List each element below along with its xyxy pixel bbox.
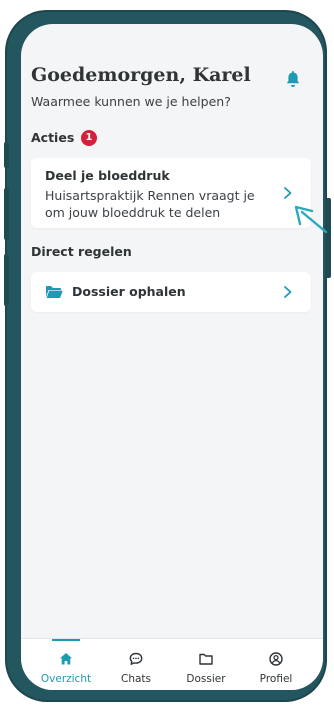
tab-label: Overzicht: [40, 673, 92, 685]
folder-open-icon: [46, 286, 63, 298]
action-card-description: Huisartspraktijk Rennen vraagt je om jou…: [45, 188, 255, 220]
chevron-right-icon: [284, 286, 292, 298]
dossier-ophalen-label: Dossier ophalen: [72, 284, 186, 299]
folder-icon: [199, 653, 213, 665]
bell-icon[interactable]: [281, 68, 305, 92]
tab-dossier[interactable]: Dossier: [176, 639, 236, 690]
app-screen: Goedemorgen, Karel Waarmee kunnen we je …: [21, 24, 323, 690]
phone-side-button: [4, 142, 9, 168]
notification-badge: 1: [81, 130, 97, 146]
action-card-title: Deel je bloeddruk: [45, 168, 170, 183]
tab-label: Chats: [120, 673, 151, 685]
pointer-arrow-icon: [294, 205, 328, 234]
section-title-acties: Acties: [31, 130, 75, 145]
bottom-tab-bar: Overzicht Chats Dossier Profiel: [21, 638, 323, 690]
tab-profiel[interactable]: Profiel: [246, 639, 306, 690]
greeting-title: Goedemorgen, Karel: [31, 64, 251, 86]
active-tab-indicator: [52, 639, 80, 641]
section-title-direct-regelen: Direct regelen: [31, 244, 132, 259]
phone-side-button: [4, 254, 9, 306]
tab-overzicht[interactable]: Overzicht: [36, 639, 96, 690]
dossier-ophalen-button[interactable]: Dossier ophalen: [31, 272, 311, 312]
user-circle-icon: [269, 652, 283, 666]
greeting-subtitle: Waarmee kunnen we je helpen?: [31, 94, 231, 109]
tab-chats[interactable]: Chats: [106, 639, 166, 690]
phone-side-button: [4, 188, 9, 240]
tab-label: Profiel: [259, 673, 293, 685]
chat-icon: [129, 652, 143, 665]
home-icon: [60, 653, 72, 665]
tab-label: Dossier: [186, 673, 226, 685]
